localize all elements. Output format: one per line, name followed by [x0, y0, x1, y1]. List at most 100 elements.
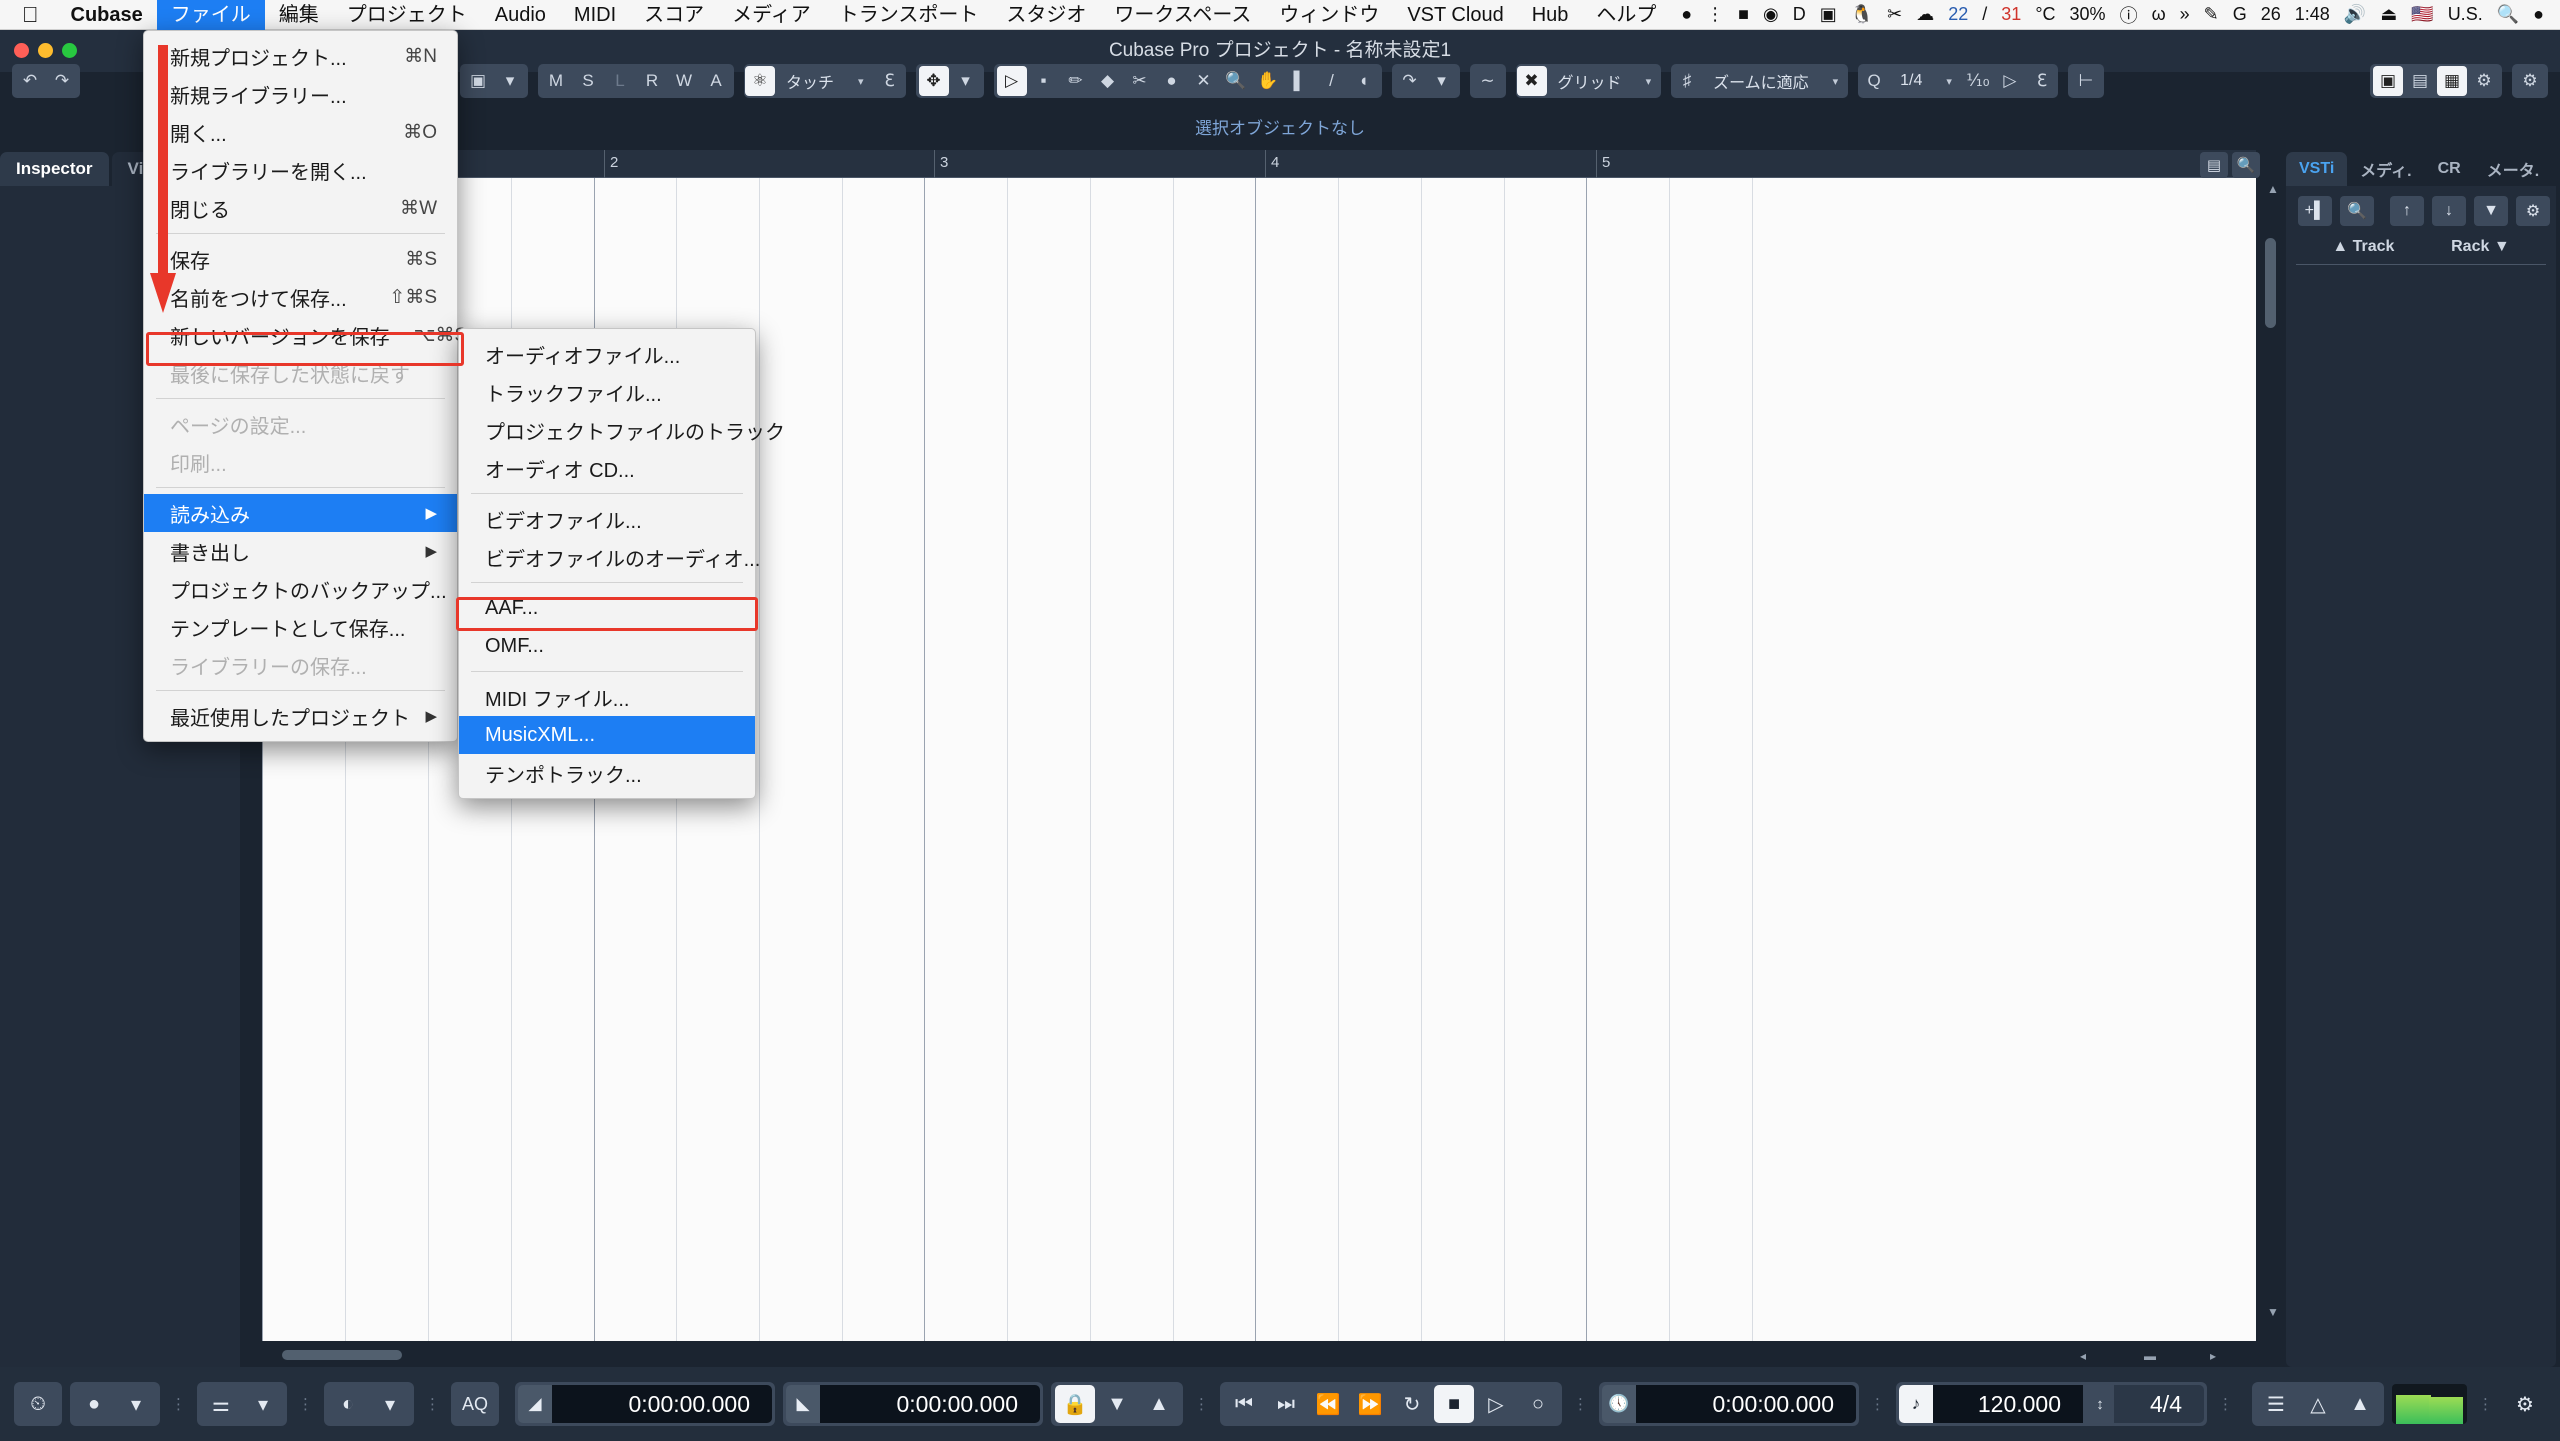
automation-icon[interactable]: ⚛ — [745, 66, 775, 96]
menu-midi[interactable]: MIDI — [560, 0, 630, 30]
scissors-icon[interactable]: ✂ — [1887, 4, 1902, 25]
scroll-up-arrow[interactable]: ▲ — [2267, 182, 2279, 196]
range-select-tool[interactable]: ▪ — [1029, 66, 1059, 96]
battery-percent[interactable]: 30% — [2070, 4, 2106, 25]
tab-vsti[interactable]: VSTi — [2286, 152, 2348, 186]
quantize-edit-icon[interactable]: ℇ — [2027, 66, 2057, 96]
clipboard-icon[interactable]: ✎ — [2204, 4, 2219, 25]
lock-icon[interactable]: 🔒 — [1055, 1385, 1095, 1423]
d-app-icon[interactable]: D — [1793, 4, 1806, 25]
punch-out-icon[interactable]: ▲ — [1139, 1385, 1179, 1423]
submenu-item-audio-cd[interactable]: オーディオ CD... — [459, 449, 755, 487]
cloud-icon[interactable]: ☁ — [1916, 4, 1934, 25]
nudge-icon[interactable]: ✥ — [918, 66, 949, 96]
volume-icon[interactable]: 🔊 — [2344, 4, 2366, 25]
temperature-low[interactable]: 31 — [2001, 4, 2021, 25]
editor-search-icon[interactable]: 🔍 — [2232, 152, 2260, 178]
show-lower-zone-button[interactable]: ▤ — [2405, 66, 2435, 96]
automation-mode-select[interactable]: ⚛ タッチ ▾ ℇ — [744, 64, 906, 98]
time-signature-value[interactable]: 4/4 — [2114, 1385, 2204, 1423]
collapse-icon[interactable]: ▼ — [2474, 196, 2508, 226]
submenu-item-tracks-from-project[interactable]: プロジェクトファイルのトラック — [459, 411, 785, 449]
play-icon[interactable]: ▷ — [1476, 1385, 1516, 1423]
record-mode-icon[interactable]: ● — [74, 1385, 114, 1423]
redo-button[interactable]: ↷ — [47, 66, 77, 96]
mute-button[interactable]: M — [541, 66, 571, 96]
gear-icon[interactable]: ⚙ — [2515, 66, 2545, 96]
left-locator-field[interactable]: ◢ 0:00:00.000 — [515, 1382, 775, 1426]
grid-type-select[interactable]: ♯ ズームに適応 ▾ — [1671, 64, 1849, 98]
object-select-tool[interactable]: ▷ — [996, 66, 1027, 96]
file-menu-dropdown[interactable]: 新規プロジェクト... ⌘N 新規ライブラリー... 開く... ⌘O ライブラ… — [143, 30, 467, 742]
constrain-icon[interactable]: ▣ — [463, 66, 493, 96]
chevron-down-icon[interactable]: ▾ — [1823, 75, 1849, 88]
info-circle-icon[interactable]: ⓘ — [2120, 2, 2138, 28]
temperature-high[interactable]: 22 — [1948, 4, 1968, 25]
colorpicker-icon[interactable]: ⋮ — [1706, 4, 1724, 25]
go-to-start-icon[interactable]: ⏮ — [1224, 1385, 1264, 1423]
submenu-item-aaf[interactable]: AAF... — [459, 589, 755, 627]
import-submenu[interactable]: オーディオファイル... トラックファイル... プロジェクトファイルのトラック… — [458, 328, 785, 799]
zoom-in-icon[interactable]: ▸ — [2210, 1349, 2216, 1363]
arrow-up-icon[interactable]: ↑ — [2390, 196, 2424, 226]
input-source-label[interactable]: U.S. — [2448, 4, 2483, 25]
mute-tool[interactable]: ✕ — [1189, 66, 1219, 96]
time-warp-tool[interactable]: ▌ — [1285, 66, 1315, 96]
menu-studio[interactable]: スタジオ — [992, 0, 1100, 30]
timeline-ruler[interactable]: 1 2 3 4 5 — [262, 150, 2256, 178]
chevron-down-icon[interactable]: ▾ — [1427, 66, 1457, 96]
grid-icon[interactable]: ♯ — [1672, 66, 1702, 96]
tab-media[interactable]: メディ. — [2347, 152, 2424, 186]
gear-icon[interactable]: ⚙ — [2516, 196, 2550, 226]
listen-button[interactable]: L — [605, 66, 635, 96]
editor-list-icon[interactable]: ▤ — [2200, 152, 2228, 178]
submenu-item-midi-file[interactable]: MIDI ファイル... — [459, 678, 755, 716]
vertical-scrollbar[interactable]: ▲ ▼ — [2260, 178, 2282, 1341]
solo-button[interactable]: S — [573, 66, 603, 96]
edit-automation-icon[interactable]: ℇ — [875, 66, 905, 96]
zoom-out-icon[interactable]: ◂ — [2080, 1349, 2086, 1363]
menu-workspace[interactable]: ワークスペース — [1100, 0, 1265, 30]
color-palette-icon[interactable]: ◐ — [328, 1385, 368, 1423]
snap-mode-select[interactable]: ✖ グリッド ▾ — [1515, 64, 1662, 98]
menu-edit[interactable]: 編集 — [265, 0, 333, 30]
submenu-item-musicxml[interactable]: MusicXML... — [459, 716, 755, 754]
go-to-end-icon[interactable]: ⏭ — [1266, 1385, 1306, 1423]
chevron-down-icon[interactable]: ▾ — [951, 66, 981, 96]
dropbox-icon[interactable]: ● — [1681, 4, 1692, 25]
menu-media[interactable]: メディア — [718, 0, 825, 30]
read-button[interactable]: R — [637, 66, 667, 96]
transport-settings-icon[interactable]: ⚙ — [2505, 1385, 2545, 1423]
omega-app-icon[interactable]: ω — [2152, 4, 2166, 25]
menu-item-backup-project[interactable]: プロジェクトのバックアップ... — [144, 570, 457, 608]
record-icon[interactable]: ○ — [1518, 1385, 1558, 1423]
chevron-down-icon[interactable]: ▾ — [116, 1385, 156, 1423]
app-name-menu[interactable]: Cubase — [57, 0, 157, 30]
menu-audio[interactable]: Audio — [481, 0, 560, 30]
menu-vst-cloud[interactable]: VST Cloud — [1393, 0, 1517, 30]
tab-inspector[interactable]: Inspector — [0, 152, 109, 186]
menu-transport[interactable]: トランスポート — [825, 0, 993, 30]
menu-item-save[interactable]: 保存 ⌘S — [144, 240, 457, 278]
menu-item-export[interactable]: 書き出し ▶ — [144, 532, 457, 570]
show-left-zone-button[interactable]: ▣ — [2373, 66, 2403, 96]
quantize-select[interactable]: Q 1/4 ▾ ⅒ ▷ ℇ — [1858, 64, 2058, 98]
rewind-icon[interactable]: ⏪ — [1308, 1385, 1348, 1423]
auto-quantize-button[interactable]: AQ — [455, 1385, 495, 1423]
zoom-tool[interactable]: 🔍 — [1221, 66, 1251, 96]
right-locator-field[interactable]: ◣ 0:00:00.000 — [783, 1382, 1043, 1426]
jump-icon[interactable]: ↷ — [1395, 66, 1425, 96]
notes-app-icon[interactable]: ▣ — [1820, 4, 1837, 25]
stop-icon[interactable]: ■ — [1434, 1385, 1474, 1423]
primary-time-field[interactable]: 🕔 0:00:00.000 — [1599, 1382, 1859, 1426]
menu-window[interactable]: ウィンドウ — [1265, 0, 1393, 30]
crossfade-icon[interactable]: ∼ — [1473, 66, 1503, 96]
right-locator-value[interactable]: 0:00:00.000 — [820, 1385, 1040, 1423]
chevron-down-icon[interactable]: ▾ — [370, 1385, 410, 1423]
audio-performance-icon[interactable]: ☰ — [2256, 1385, 2296, 1423]
hand-tool[interactable]: ✋ — [1253, 66, 1283, 96]
split-tool[interactable]: ✂ — [1125, 66, 1155, 96]
menu-bar-clock[interactable]: 1:48 — [2295, 4, 2330, 25]
camera-icon[interactable]: ■ — [1738, 4, 1749, 25]
draw-tool[interactable]: ✏ — [1061, 66, 1091, 96]
